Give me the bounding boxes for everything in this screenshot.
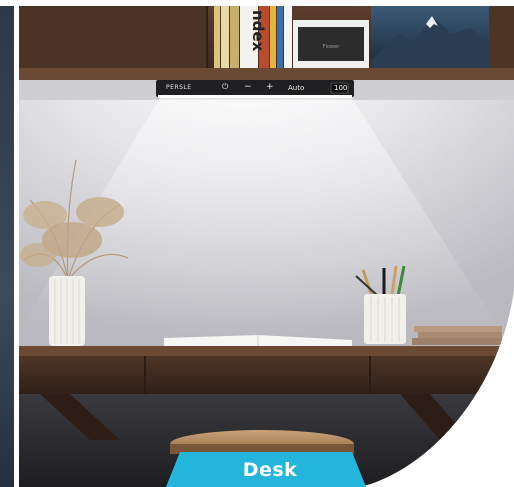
plus-icon: + [266, 82, 274, 92]
book-stack [418, 332, 502, 338]
brightness-level: 100 [334, 84, 348, 92]
screenshot-frame: ndex Flower PERSLE ⏻ − + Auto 100 Desk [0, 0, 514, 487]
power-icon: ⏻ [222, 82, 229, 91]
lamp-brand: PERSLE [166, 84, 192, 91]
desk-photo: ndex Flower [19, 6, 514, 487]
desk-front [19, 356, 514, 394]
minus-icon: − [244, 82, 252, 92]
book-stack [412, 338, 502, 345]
mode-label: Auto [288, 84, 305, 92]
book-stack [414, 326, 502, 332]
cabinet-door [19, 6, 207, 70]
book-spine-text: ndex [249, 10, 267, 52]
caption-label: Desk [242, 459, 298, 481]
shelf-right [489, 6, 514, 70]
previous-image-edge [0, 6, 14, 487]
grass-plume [20, 243, 56, 267]
box-text: Flower [323, 44, 340, 50]
photo-illustration: ndex Flower [19, 6, 514, 487]
lamp-light-strip [158, 95, 352, 98]
shelf-board [19, 68, 514, 80]
grass-plume [76, 197, 124, 227]
desk-top [19, 346, 514, 356]
